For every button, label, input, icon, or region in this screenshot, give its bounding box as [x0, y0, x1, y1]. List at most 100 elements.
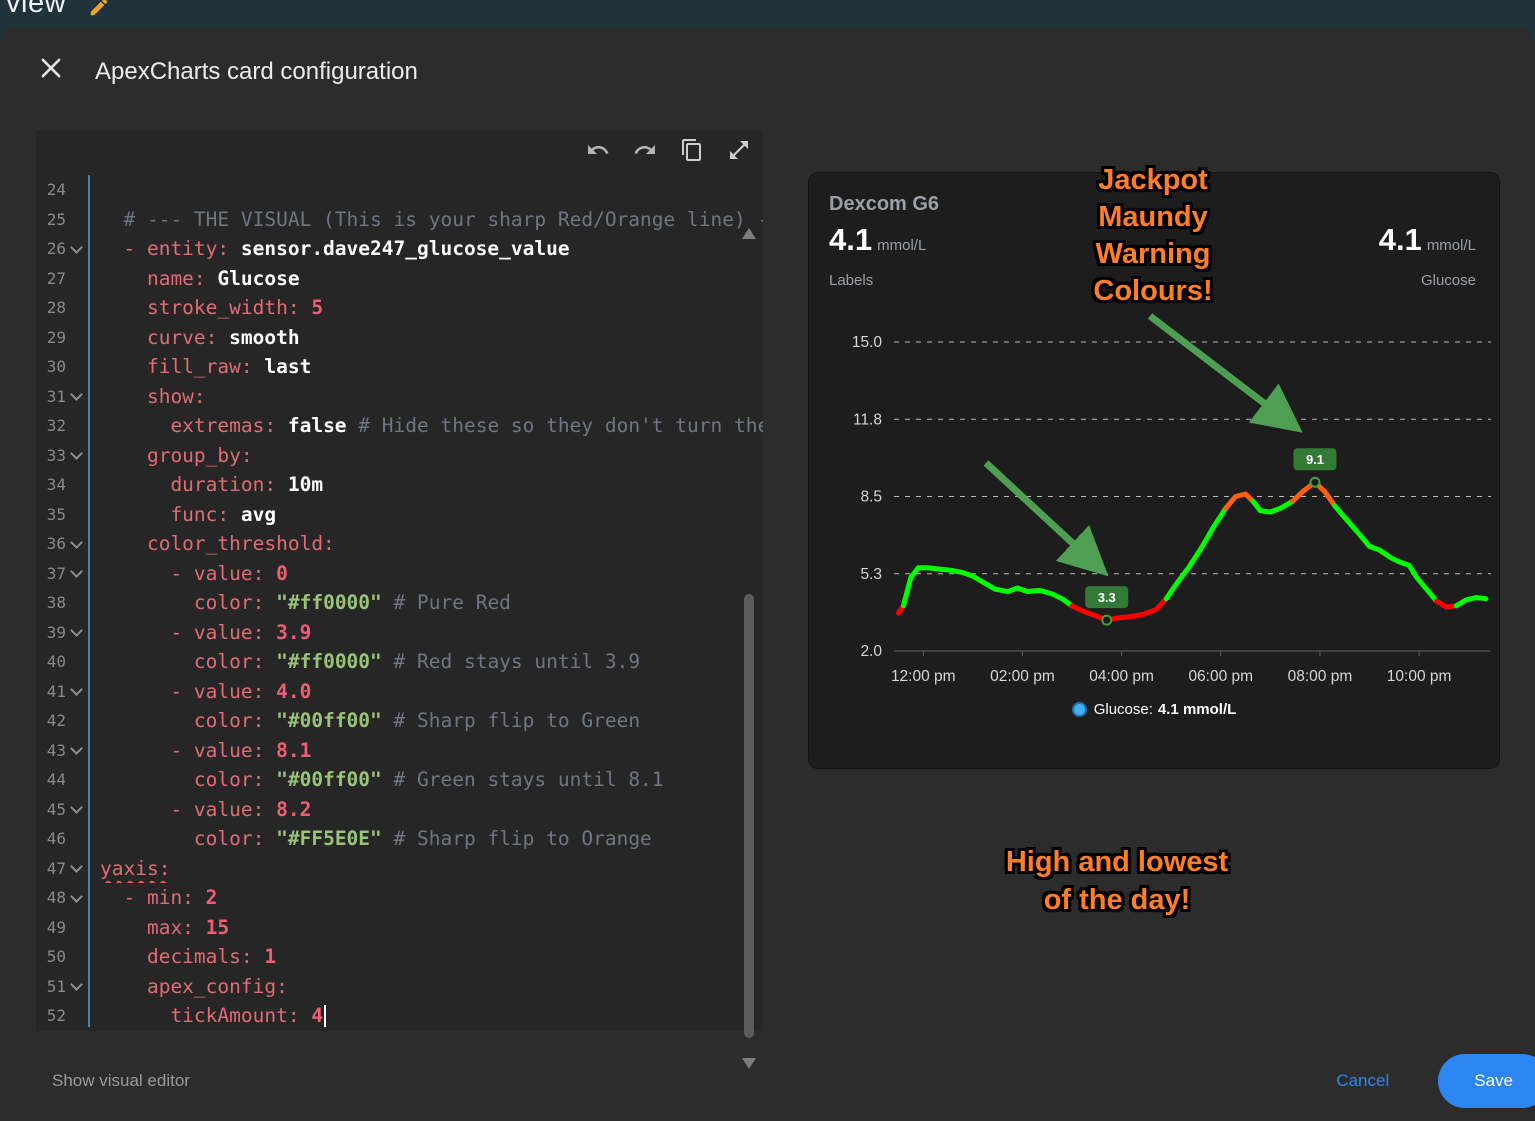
- legend-dot-icon: [1072, 702, 1087, 717]
- gutter-line[interactable]: 30: [36, 352, 88, 382]
- fold-chevron-icon[interactable]: [66, 448, 86, 462]
- gutter-line[interactable]: 44: [36, 765, 88, 795]
- fold-chevron-icon[interactable]: [66, 802, 86, 816]
- code-line[interactable]: - min: 2: [100, 883, 763, 913]
- gutter-line[interactable]: 28: [36, 293, 88, 323]
- fold-chevron-icon[interactable]: [66, 979, 86, 993]
- code-line[interactable]: yaxis:: [100, 854, 763, 884]
- legend-value: 4.1 mmol/L: [1158, 701, 1236, 718]
- scroll-thumb[interactable]: [744, 594, 754, 1038]
- gutter-line[interactable]: 52: [36, 1001, 88, 1031]
- close-button[interactable]: [36, 54, 66, 84]
- x-axis-tick: 02:00 pm: [990, 668, 1055, 685]
- chart-legend[interactable]: Glucose: 4.1 mmol/L: [809, 701, 1499, 718]
- code-line[interactable]: color: "#00ff00" # Green stays until 8.1: [100, 765, 763, 795]
- redo-icon: [633, 138, 657, 162]
- code-line[interactable]: - entity: sensor.dave247_glucose_value: [100, 234, 763, 264]
- gutter-line[interactable]: 43: [36, 736, 88, 766]
- gutter-line[interactable]: 31: [36, 382, 88, 412]
- edit-pencil-icon[interactable]: [88, 0, 110, 18]
- code-line[interactable]: - value: 8.1: [100, 736, 763, 766]
- gutter-line[interactable]: 24: [36, 175, 88, 205]
- code-line[interactable]: - value: 4.0: [100, 677, 763, 707]
- gutter-line[interactable]: 37: [36, 559, 88, 589]
- editor-code[interactable]: # --- THE VISUAL (This is your sharp Red…: [88, 175, 763, 1031]
- code-line[interactable]: apex_config:: [100, 972, 763, 1002]
- app-header: view: [0, 0, 1535, 28]
- gutter-line[interactable]: 41: [36, 677, 88, 707]
- jackpot-note: JackpotMaundyWarningColours!: [1023, 162, 1283, 310]
- gutter-line[interactable]: 40: [36, 647, 88, 677]
- high-low-note: High and lowestof the day!: [967, 843, 1267, 919]
- gutter-line[interactable]: 48: [36, 883, 88, 913]
- fullscreen-button[interactable]: [727, 138, 751, 162]
- undo-button[interactable]: [586, 138, 610, 162]
- show-visual-editor-toggle[interactable]: Show visual editor: [52, 1071, 190, 1091]
- gutter-line[interactable]: 32: [36, 411, 88, 441]
- code-line[interactable]: color: "#FF5E0E" # Sharp flip to Orange: [100, 824, 763, 854]
- code-line[interactable]: - value: 8.2: [100, 795, 763, 825]
- code-line[interactable]: name: Glucose: [100, 264, 763, 294]
- scroll-up-icon[interactable]: [742, 228, 756, 239]
- code-line[interactable]: max: 15: [100, 913, 763, 943]
- code-line[interactable]: [100, 175, 763, 205]
- fold-chevron-icon[interactable]: [66, 861, 86, 875]
- gutter-line[interactable]: 26: [36, 234, 88, 264]
- code-line[interactable]: extremas: false # Hide these so they don…: [100, 411, 763, 441]
- code-line[interactable]: - value: 0: [100, 559, 763, 589]
- copy-button[interactable]: [680, 138, 704, 162]
- code-line[interactable]: func: avg: [100, 500, 763, 530]
- fold-chevron-icon[interactable]: [66, 684, 86, 698]
- fold-chevron-icon[interactable]: [66, 743, 86, 757]
- gutter-line[interactable]: 42: [36, 706, 88, 736]
- code-line[interactable]: color: "#ff0000" # Pure Red: [100, 588, 763, 618]
- gutter-line[interactable]: 35: [36, 500, 88, 530]
- dialog-footer: Show visual editor Cancel Save: [0, 1041, 1535, 1121]
- code-line[interactable]: stroke_width: 5: [100, 293, 763, 323]
- fold-chevron-icon[interactable]: [66, 891, 86, 905]
- y-axis-tick: 8.5: [860, 489, 882, 506]
- gutter-line[interactable]: 34: [36, 470, 88, 500]
- gutter-line[interactable]: 25: [36, 205, 88, 235]
- save-button[interactable]: Save: [1438, 1054, 1535, 1108]
- code-line[interactable]: fill_raw: last: [100, 352, 763, 382]
- y-axis-tick: 2.0: [860, 643, 882, 660]
- code-line[interactable]: color_threshold:: [100, 529, 763, 559]
- undo-icon: [586, 138, 610, 162]
- fold-chevron-icon[interactable]: [66, 389, 86, 403]
- code-line[interactable]: curve: smooth: [100, 323, 763, 353]
- gutter-line[interactable]: 29: [36, 323, 88, 353]
- code-line[interactable]: color: "#00ff00" # Sharp flip to Green: [100, 706, 763, 736]
- gutter-line[interactable]: 36: [36, 529, 88, 559]
- gutter-line[interactable]: 38: [36, 588, 88, 618]
- gutter-line[interactable]: 47: [36, 854, 88, 884]
- gutter-line[interactable]: 46: [36, 824, 88, 854]
- code-line[interactable]: # --- THE VISUAL (This is your sharp Red…: [100, 205, 763, 235]
- extreme-marker-dot: [1310, 478, 1319, 487]
- gutter-line[interactable]: 50: [36, 942, 88, 972]
- fold-chevron-icon[interactable]: [66, 242, 86, 256]
- fold-chevron-icon[interactable]: [66, 566, 86, 580]
- code-line[interactable]: tickAmount: 4: [100, 1001, 763, 1031]
- code-line[interactable]: decimals: 1: [100, 942, 763, 972]
- gutter-line[interactable]: 39: [36, 618, 88, 648]
- cancel-button[interactable]: Cancel: [1330, 1070, 1395, 1092]
- code-line[interactable]: color: "#ff0000" # Red stays until 3.9: [100, 647, 763, 677]
- glucose-series-segment: [1335, 506, 1437, 601]
- code-line[interactable]: group_by:: [100, 441, 763, 471]
- code-line[interactable]: - value: 3.9: [100, 618, 763, 648]
- code-line[interactable]: duration: 10m: [100, 470, 763, 500]
- gutter-line[interactable]: 33: [36, 441, 88, 471]
- x-axis-tick: 06:00 pm: [1188, 668, 1253, 685]
- gutter-line[interactable]: 27: [36, 264, 88, 294]
- redo-button[interactable]: [633, 138, 657, 162]
- gutter-line[interactable]: 49: [36, 913, 88, 943]
- gutter-line[interactable]: 45: [36, 795, 88, 825]
- fold-chevron-icon[interactable]: [66, 625, 86, 639]
- extreme-marker-dot: [1102, 616, 1111, 625]
- fold-chevron-icon[interactable]: [66, 537, 86, 551]
- editor-scrollbar[interactable]: [746, 176, 760, 1027]
- gutter-line[interactable]: 51: [36, 972, 88, 1002]
- code-line[interactable]: show:: [100, 382, 763, 412]
- yaml-code-editor[interactable]: 2425262728293031323334353637383940414243…: [36, 130, 763, 1031]
